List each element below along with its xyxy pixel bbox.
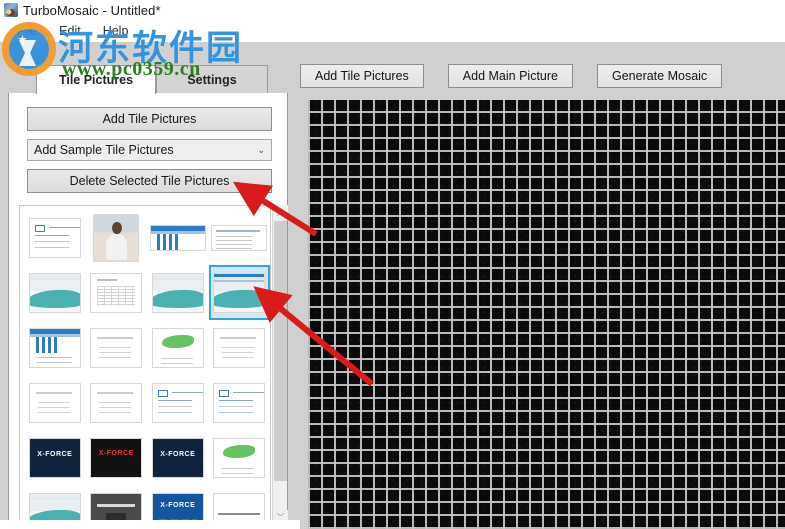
thumbnail-image (213, 382, 266, 423)
thumbnail-cell[interactable] (86, 430, 148, 485)
thumbnail-image (90, 437, 143, 478)
menu-item-edit[interactable]: Edit (56, 23, 84, 39)
main-toolbar: Add Tile Pictures Add Main Picture Gener… (300, 64, 723, 88)
thumbnail-scrollbar[interactable]: ︿ ﹀ (272, 205, 288, 525)
thumbnail-cell[interactable] (24, 485, 86, 524)
thumbnail-cell[interactable] (86, 265, 148, 320)
thumbnail-cell[interactable] (86, 375, 148, 430)
thumbnail-image (151, 382, 204, 423)
thumbnail-cell[interactable] (24, 430, 86, 485)
toolbar-add-main-picture-button[interactable]: Add Main Picture (447, 64, 573, 88)
thumbnail-cell[interactable] (147, 485, 209, 524)
thumbnail-cell[interactable] (24, 375, 86, 430)
toolbar-generate-mosaic-button[interactable]: Generate Mosaic (596, 64, 723, 88)
thumbnail-cell[interactable] (147, 430, 209, 485)
thumbnail-image (151, 327, 204, 368)
thumbnail-image (90, 327, 143, 368)
thumbnail-image (90, 272, 143, 313)
thumbnail-image (93, 213, 140, 262)
thumbnail-cell[interactable] (86, 485, 148, 524)
thumbnail-cell[interactable] (147, 265, 209, 320)
thumbnail-image (213, 327, 266, 368)
window-title: TurboMosaic - Untitled* (23, 2, 161, 18)
thumbnail-image (28, 437, 81, 478)
application-window: TurboMosaic - Untitled* File Edit Help 河… (0, 0, 785, 529)
thumbnail-cell[interactable] (24, 210, 86, 265)
thumbnail-cell[interactable] (86, 210, 148, 265)
thumbnail-cell[interactable] (86, 320, 148, 375)
title-bar: TurboMosaic - Untitled* (0, 0, 785, 20)
thumbnail-image (151, 272, 204, 313)
thumbnail-image (28, 272, 81, 313)
thumbnail-cell[interactable] (209, 375, 271, 430)
panel-bottom-strip (0, 520, 300, 529)
thumbnail-cell[interactable] (209, 430, 271, 485)
thumbnail-cell[interactable] (24, 320, 86, 375)
scroll-up-arrow-icon[interactable]: ︿ (273, 205, 288, 220)
tab-strip: Tile Pictures Settings (36, 65, 276, 94)
thumbnail-image (28, 217, 81, 258)
thumbnail-cell[interactable] (209, 320, 271, 375)
add-tile-pictures-button[interactable]: Add Tile Pictures (27, 107, 272, 131)
menu-item-help[interactable]: Help (100, 23, 132, 39)
add-sample-tile-pictures-label: Add Sample Tile Pictures (34, 143, 174, 157)
scrollbar-thumb[interactable] (274, 221, 287, 481)
thumbnail-image (211, 224, 268, 251)
thumbnail-cell[interactable] (209, 210, 271, 265)
chevron-down-icon: ⌄ (257, 144, 265, 155)
thumbnail-image (151, 437, 204, 478)
thumbnail-cell[interactable] (147, 210, 209, 265)
thumbnail-image (90, 382, 143, 423)
thumbnail-cell[interactable] (209, 485, 271, 524)
delete-selected-tile-pictures-button[interactable]: Delete Selected Tile Pictures (27, 169, 272, 193)
thumbnail-cell[interactable] (147, 375, 209, 430)
toolbar-add-tile-pictures-button[interactable]: Add Tile Pictures (300, 64, 424, 88)
tile-thumbnail-list[interactable] (19, 205, 271, 525)
mosaic-grid-canvas (308, 100, 785, 529)
menu-bar: File Edit Help (0, 20, 785, 42)
thumbnail-image (213, 272, 266, 313)
mosaic-preview-area[interactable] (300, 95, 785, 529)
thumbnail-cell[interactable] (24, 265, 86, 320)
thumbnail-image (28, 327, 81, 368)
menu-item-file[interactable]: File (14, 23, 40, 39)
tab-tile-pictures[interactable]: Tile Pictures (36, 65, 156, 94)
thumbnail-image (213, 437, 266, 478)
add-sample-tile-pictures-dropdown[interactable]: Add Sample Tile Pictures ⌄ (27, 139, 272, 161)
thumbnail-image (149, 224, 206, 251)
thumbnail-cell[interactable] (208, 265, 270, 320)
thumbnail-image (28, 382, 81, 423)
app-photo-icon (4, 3, 18, 17)
thumbnail-cell[interactable] (147, 320, 209, 375)
tile-pictures-panel: Add Tile Pictures Add Sample Tile Pictur… (8, 93, 288, 529)
tab-settings[interactable]: Settings (156, 65, 268, 93)
